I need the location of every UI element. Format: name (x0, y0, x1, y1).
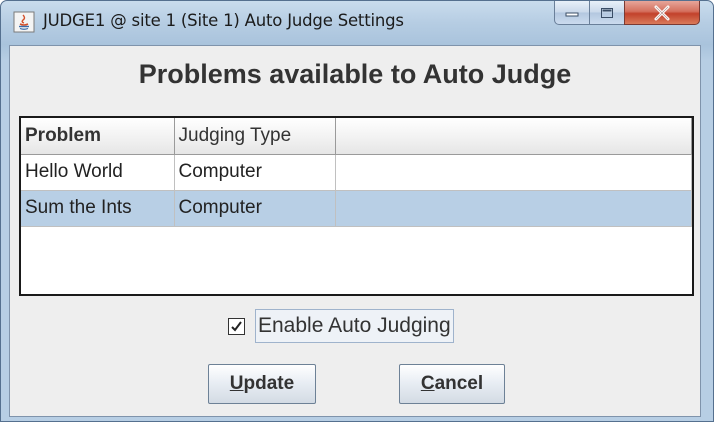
cell-problem[interactable]: Sum the Ints (21, 190, 175, 227)
checkmark-icon (231, 320, 242, 332)
cell-judging-type[interactable]: Computer (174, 190, 336, 227)
close-button[interactable] (624, 1, 700, 25)
table-row[interactable]: Sum the Ints Computer (21, 190, 692, 227)
problems-table[interactable]: Problem Judging Type Hello World Compute… (19, 116, 694, 296)
checkbox-box[interactable] (228, 317, 245, 335)
update-button[interactable]: Update (208, 364, 316, 404)
maximize-button[interactable] (589, 1, 625, 25)
minimize-button[interactable] (554, 1, 590, 25)
table-row[interactable]: Hello World Computer (21, 154, 692, 191)
minimize-icon (565, 12, 579, 16)
checkbox-label[interactable]: Enable Auto Judging (255, 309, 454, 343)
cancel-mnemonic: C (420, 373, 435, 394)
column-header-empty[interactable] (335, 118, 692, 155)
close-icon (654, 5, 670, 20)
panel-heading: Problems available to Auto Judge (138, 59, 572, 89)
java-app-icon (13, 11, 35, 33)
window-title: JUDGE1 @ site 1 (Site 1) Auto Judge Sett… (43, 11, 404, 30)
cell-problem[interactable]: Hello World (21, 154, 175, 191)
cell-empty[interactable] (335, 154, 692, 191)
cell-judging-type[interactable]: Computer (174, 154, 336, 191)
dialog-content: Problems available to Auto Judge Problem… (9, 45, 701, 417)
enable-auto-judging-checkbox[interactable]: Enable Auto Judging (228, 308, 454, 344)
cell-empty[interactable] (335, 190, 692, 227)
update-mnemonic: U (229, 373, 244, 394)
cancel-button[interactable]: Cancel (399, 364, 505, 404)
title-bar[interactable]: JUDGE1 @ site 1 (Site 1) Auto Judge Sett… (1, 1, 713, 45)
maximize-icon (601, 7, 613, 18)
update-label-rest: pdate (243, 373, 295, 394)
column-header-problem[interactable]: Problem (21, 118, 175, 155)
cancel-label-rest: ancel (434, 373, 484, 394)
column-header-judging-type[interactable]: Judging Type (174, 118, 336, 155)
dialog-window: JUDGE1 @ site 1 (Site 1) Auto Judge Sett… (0, 0, 714, 422)
